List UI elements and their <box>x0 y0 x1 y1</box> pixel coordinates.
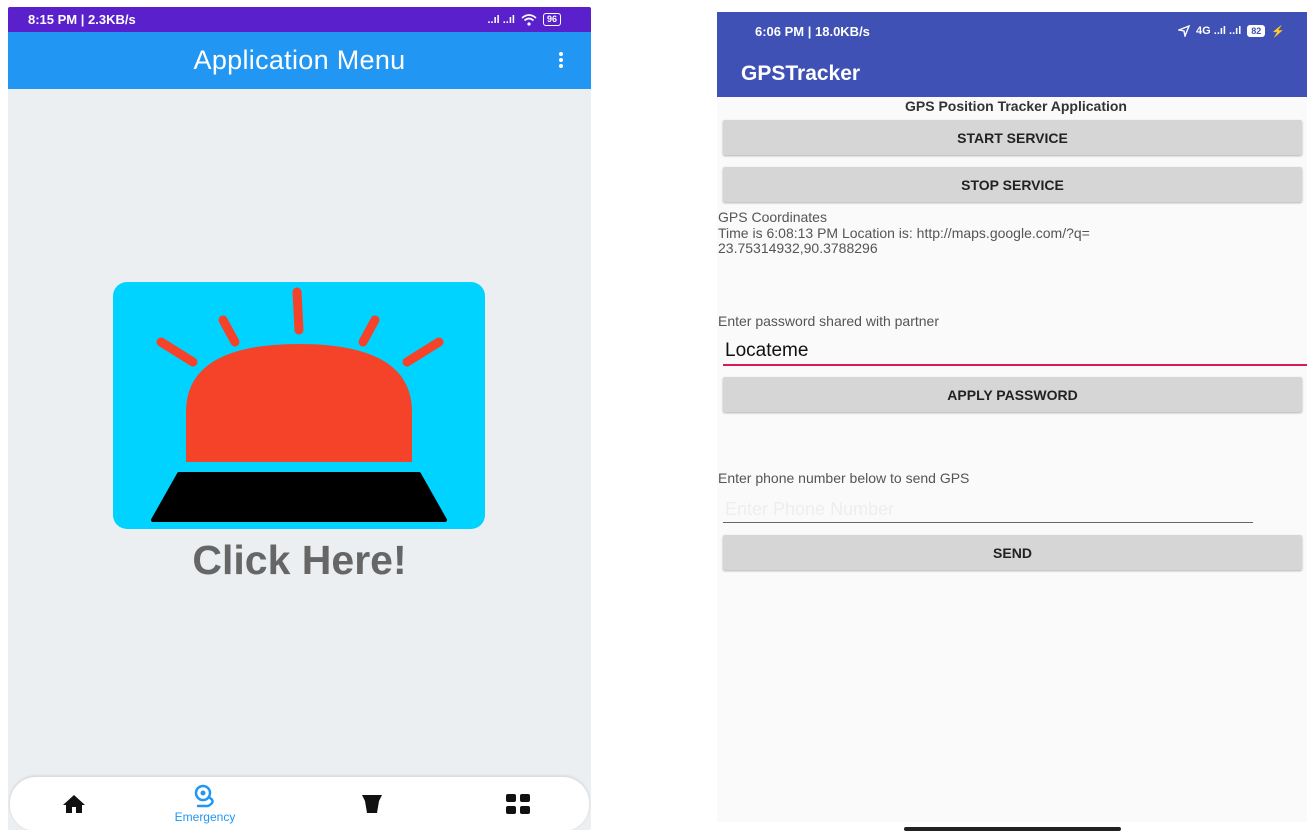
location-arrow-icon <box>1178 25 1191 37</box>
status-icons: 4G ..ıl ..ıl 82 ⚡ <box>1178 25 1285 38</box>
nav-grid[interactable] <box>498 777 538 830</box>
signal-icon: ..ıl ..ıl <box>487 13 515 26</box>
phone-number-input[interactable] <box>723 496 1253 523</box>
gps-coordinates-line1: Time is 6:08:13 PM Location is: http://m… <box>718 225 1090 241</box>
wifi-icon <box>521 13 537 26</box>
status-bar: 6:06 PM | 18.0KB/s 4G ..ıl ..ıl 82 ⚡ <box>717 12 1307 50</box>
nav-emergency[interactable]: Emergency <box>160 777 250 830</box>
grid-icon <box>506 794 530 814</box>
status-time-speed: 6:06 PM | 18.0KB/s <box>755 23 870 39</box>
phone-number-label: Enter phone number below to send GPS <box>718 470 970 486</box>
subtitle: GPS Position Tracker Application <box>905 98 1127 114</box>
password-label: Enter password shared with partner <box>718 313 939 329</box>
emergency-app-screen: 8:15 PM | 2.3KB/s ..ıl ..ıl 96 Applicati… <box>8 7 591 830</box>
status-icons: ..ıl ..ıl 96 <box>487 13 561 26</box>
home-indicator[interactable] <box>904 827 1121 831</box>
page-title: Application Menu <box>193 45 406 75</box>
nav-emergency-label: Emergency <box>174 810 236 824</box>
app-title: GPSTracker <box>741 61 861 85</box>
emergency-icon <box>194 784 214 808</box>
send-button[interactable]: SEND <box>723 535 1302 570</box>
emergency-siren-button[interactable] <box>113 282 485 529</box>
network-icon: 4G ..ıl ..ıl <box>1196 25 1242 37</box>
start-service-button[interactable]: START SERVICE <box>723 120 1302 155</box>
battery-icon: 82 <box>1247 25 1266 37</box>
cup-icon <box>362 795 382 813</box>
status-bar: 8:15 PM | 2.3KB/s ..ıl ..ıl 96 <box>8 7 591 32</box>
home-icon <box>63 795 85 813</box>
status-time-speed: 8:15 PM | 2.3KB/s <box>28 12 136 27</box>
nav-cup[interactable] <box>352 777 392 830</box>
charging-icon: ⚡ <box>1271 25 1285 38</box>
password-input[interactable] <box>723 338 1307 366</box>
gps-tracker-screen: 6:06 PM | 18.0KB/s 4G ..ıl ..ıl 82 ⚡ GPS… <box>717 12 1307 822</box>
bottom-nav: Emergency <box>10 777 589 830</box>
app-bar: Application Menu <box>8 32 591 89</box>
gps-coordinates-line2: 23.75314932,90.3788296 <box>718 240 878 256</box>
battery-icon: 96 <box>542 13 561 26</box>
click-here-label[interactable]: Click Here! <box>8 537 591 584</box>
apply-password-button[interactable]: APPLY PASSWORD <box>723 377 1302 412</box>
app-bar: GPSTracker <box>717 50 1307 97</box>
nav-home[interactable] <box>54 777 94 830</box>
stop-service-button[interactable]: STOP SERVICE <box>723 167 1302 202</box>
more-vert-icon[interactable] <box>559 52 563 68</box>
siren-icon <box>151 287 447 522</box>
gps-coordinates-heading: GPS Coordinates <box>718 209 827 225</box>
